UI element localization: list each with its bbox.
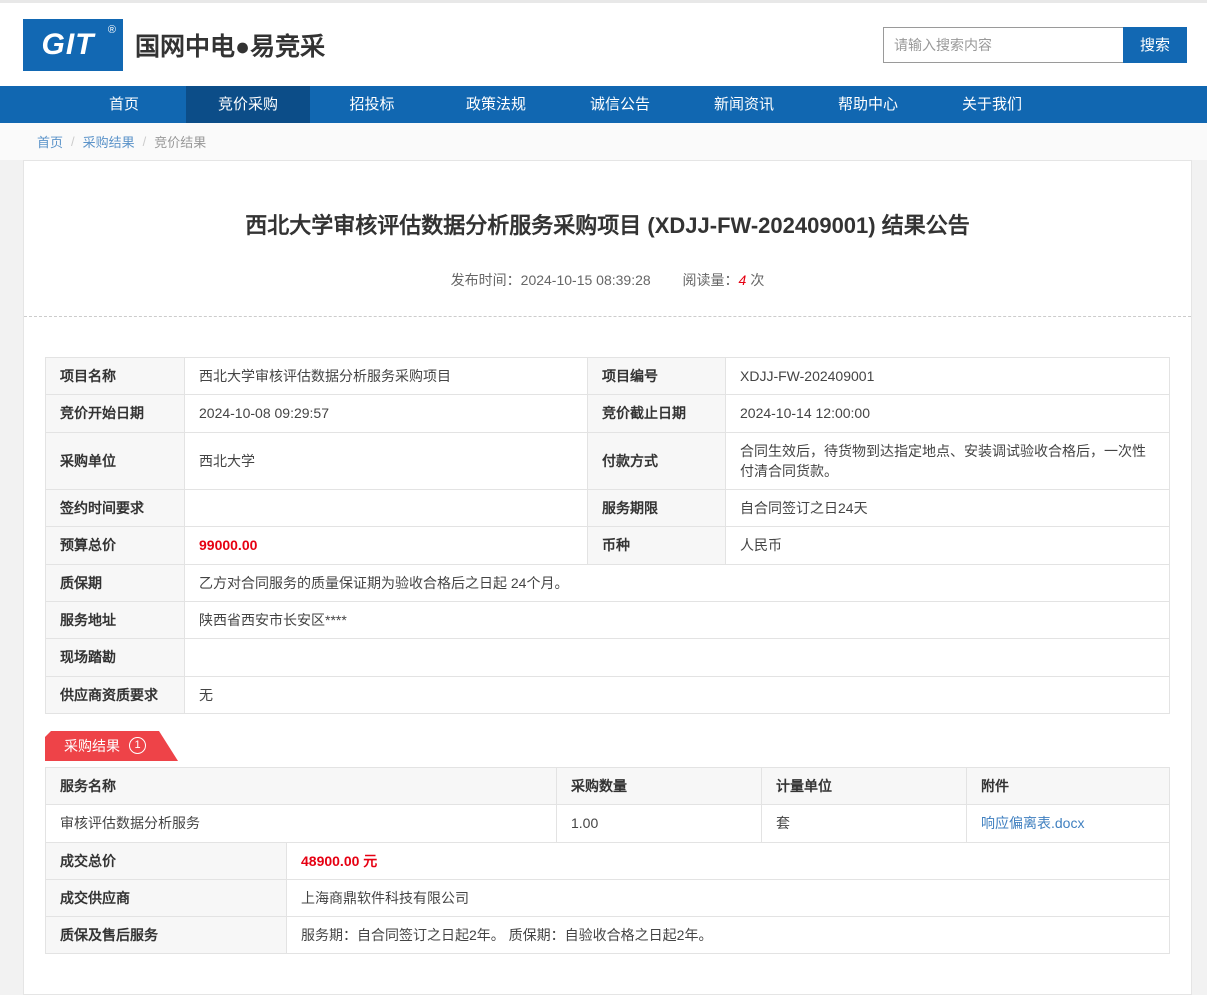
field-value: 2024-10-08 09:29:57 xyxy=(185,395,588,432)
field-label: 质保及售后服务 xyxy=(46,917,287,954)
field-value: 无 xyxy=(185,676,1170,713)
nav-item-bidding-purchase[interactable]: 竞价采购 xyxy=(186,86,310,123)
purchase-result-tag-label: 采购结果 xyxy=(64,736,120,756)
publish-time-label: 发布时间： xyxy=(451,272,521,288)
field-label: 项目编号 xyxy=(588,358,726,395)
table-row: 质保及售后服务 服务期：自合同签订之日起2年。 质保期：自验收合格之日起2年。 xyxy=(46,917,1170,954)
views-label: 阅读量： xyxy=(683,272,739,288)
field-value: 乙方对合同服务的质量保证期为验收合格后之日起 24个月。 xyxy=(185,564,1170,601)
service-name-cell: 审核评估数据分析服务 xyxy=(46,805,557,842)
nav-item-integrity-notice[interactable]: 诚信公告 xyxy=(558,86,682,123)
field-value: XDJJ-FW-202409001 xyxy=(726,358,1170,395)
column-header-quantity: 采购数量 xyxy=(557,767,762,804)
table-row: 成交总价 48900.00 元 xyxy=(46,842,1170,879)
search-button[interactable]: 搜索 xyxy=(1123,27,1187,63)
field-label: 现场踏勘 xyxy=(46,639,185,676)
field-value xyxy=(185,490,588,527)
attachment-cell: 响应偏离表.docx xyxy=(967,805,1170,842)
attachment-link[interactable]: 响应偏离表.docx xyxy=(981,815,1084,831)
announcement-title-block: 西北大学审核评估数据分析服务采购项目 (XDJJ-FW-202409001) 结… xyxy=(24,161,1191,317)
table-row: 预算总价 99000.00 币种 人民币 xyxy=(46,527,1170,564)
breadcrumb-purchase-result-link[interactable]: 采购结果 xyxy=(83,132,135,151)
site-logo[interactable]: GIT ® xyxy=(23,19,123,71)
table-header-row: 服务名称 采购数量 计量单位 附件 xyxy=(46,767,1170,804)
table-row: 供应商资质要求 无 xyxy=(46,676,1170,713)
announcement-body: 项目名称 西北大学审核评估数据分析服务采购项目 项目编号 XDJJ-FW-202… xyxy=(24,317,1191,994)
field-value: 人民币 xyxy=(726,527,1170,564)
field-value: 陕西省西安市长安区**** xyxy=(185,602,1170,639)
page-title: 西北大学审核评估数据分析服务采购项目 (XDJJ-FW-202409001) 结… xyxy=(64,208,1151,240)
deal-total-price-value: 48900.00 元 xyxy=(287,842,1170,879)
breadcrumb-current: 竞价结果 xyxy=(154,132,206,151)
supplier-value: 上海商鼎软件科技有限公司 xyxy=(287,879,1170,916)
field-value: 2024-10-14 12:00:00 xyxy=(726,395,1170,432)
field-value: 合同生效后，待货物到达指定地点、安装调试验收合格后，一次性付清合同货款。 xyxy=(726,432,1170,490)
publish-time-value: 2024-10-15 08:39:28 xyxy=(521,272,651,288)
table-row: 项目名称 西北大学审核评估数据分析服务采购项目 项目编号 XDJJ-FW-202… xyxy=(46,358,1170,395)
site-header: GIT ® 国网中电●易竞采 搜索 xyxy=(0,3,1207,86)
nav-item-tender[interactable]: 招投标 xyxy=(310,86,434,123)
registered-trademark-icon: ® xyxy=(108,24,116,36)
views-unit: 次 xyxy=(750,272,764,288)
table-row: 签约时间要求 服务期限 自合同签订之日24天 xyxy=(46,490,1170,527)
field-label: 供应商资质要求 xyxy=(46,676,185,713)
field-label: 预算总价 xyxy=(46,527,185,564)
announcement-card: 西北大学审核评估数据分析服务采购项目 (XDJJ-FW-202409001) 结… xyxy=(23,160,1192,995)
main-nav: 首页 竞价采购 招投标 政策法规 诚信公告 新闻资讯 帮助中心 关于我们 xyxy=(0,86,1207,123)
field-label: 签约时间要求 xyxy=(46,490,185,527)
views-count: 4 xyxy=(739,272,747,288)
field-label: 成交总价 xyxy=(46,842,287,879)
result-count-badge: 1 xyxy=(129,737,146,754)
column-header-unit: 计量单位 xyxy=(762,767,967,804)
breadcrumb-separator: / xyxy=(143,134,147,149)
purchase-result-tag: 采购结果 1 xyxy=(45,731,178,761)
nav-item-policy[interactable]: 政策法规 xyxy=(434,86,558,123)
field-label: 服务地址 xyxy=(46,602,185,639)
purchase-result-table: 服务名称 采购数量 计量单位 附件 审核评估数据分析服务 1.00 套 响应偏离… xyxy=(45,767,1170,954)
field-value: 自合同签订之日24天 xyxy=(726,490,1170,527)
table-row: 服务地址 陕西省西安市长安区**** xyxy=(46,602,1170,639)
brand-title: 国网中电●易竞采 xyxy=(135,27,325,63)
field-label: 竞价开始日期 xyxy=(46,395,185,432)
field-label: 服务期限 xyxy=(588,490,726,527)
search-area: 搜索 xyxy=(883,27,1187,63)
nav-item-help-center[interactable]: 帮助中心 xyxy=(806,86,930,123)
field-label: 采购单位 xyxy=(46,432,185,490)
table-row: 质保期 乙方对合同服务的质量保证期为验收合格后之日起 24个月。 xyxy=(46,564,1170,601)
budget-total-value: 99000.00 xyxy=(185,527,588,564)
project-info-table: 项目名称 西北大学审核评估数据分析服务采购项目 项目编号 XDJJ-FW-202… xyxy=(45,357,1170,714)
table-row: 采购单位 西北大学 付款方式 合同生效后，待货物到达指定地点、安装调试验收合格后… xyxy=(46,432,1170,490)
field-label: 币种 xyxy=(588,527,726,564)
field-label: 竞价截止日期 xyxy=(588,395,726,432)
breadcrumb-home-link[interactable]: 首页 xyxy=(37,132,63,151)
field-label: 项目名称 xyxy=(46,358,185,395)
logo-text: GIT xyxy=(42,28,105,62)
search-input[interactable] xyxy=(883,27,1123,63)
nav-item-news[interactable]: 新闻资讯 xyxy=(682,86,806,123)
column-header-service-name: 服务名称 xyxy=(46,767,557,804)
field-value: 西北大学审核评估数据分析服务采购项目 xyxy=(185,358,588,395)
main-content: 西北大学审核评估数据分析服务采购项目 (XDJJ-FW-202409001) 结… xyxy=(0,160,1207,995)
views-group: 阅读量：4次 xyxy=(683,272,765,288)
publish-time-group: 发布时间：2024-10-15 08:39:28 xyxy=(451,272,651,288)
nav-item-about-us[interactable]: 关于我们 xyxy=(930,86,1054,123)
nav-item-home[interactable]: 首页 xyxy=(62,86,186,123)
table-row: 成交供应商 上海商鼎软件科技有限公司 xyxy=(46,879,1170,916)
table-row: 现场踏勘 xyxy=(46,639,1170,676)
field-label: 质保期 xyxy=(46,564,185,601)
breadcrumb: 首页 / 采购结果 / 竞价结果 xyxy=(0,123,1207,160)
quantity-cell: 1.00 xyxy=(557,805,762,842)
unit-cell: 套 xyxy=(762,805,967,842)
table-row: 竞价开始日期 2024-10-08 09:29:57 竞价截止日期 2024-1… xyxy=(46,395,1170,432)
warranty-service-value: 服务期：自合同签订之日起2年。 质保期：自验收合格之日起2年。 xyxy=(287,917,1170,954)
field-value xyxy=(185,639,1170,676)
field-value: 西北大学 xyxy=(185,432,588,490)
field-label: 付款方式 xyxy=(588,432,726,490)
column-header-attachment: 附件 xyxy=(967,767,1170,804)
announcement-meta: 发布时间：2024-10-15 08:39:28 阅读量：4次 xyxy=(64,270,1151,290)
breadcrumb-separator: / xyxy=(71,134,75,149)
table-row: 审核评估数据分析服务 1.00 套 响应偏离表.docx xyxy=(46,805,1170,842)
field-label: 成交供应商 xyxy=(46,879,287,916)
